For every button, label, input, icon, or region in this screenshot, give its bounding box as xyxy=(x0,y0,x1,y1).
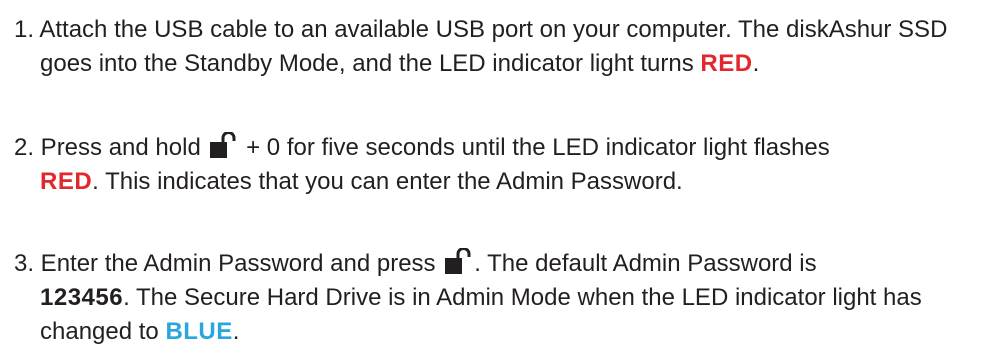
step-1-text-2: goes into the Standby Mode, and the LED … xyxy=(40,50,701,77)
step-2-line-1: 2. Press and hold + 0 for five seconds u… xyxy=(14,131,984,165)
step-3-line-3: changed to BLUE. xyxy=(14,315,984,349)
step-1-line-1: 1. Attach the USB cable to an available … xyxy=(14,13,984,47)
step-1-line-2: goes into the Standby Mode, and the LED … xyxy=(14,47,984,81)
default-password: 123456 xyxy=(40,284,124,311)
step-1-text-3: . xyxy=(752,50,760,77)
step-3-text-3: . The Secure Hard Drive is in Admin Mode… xyxy=(123,284,922,311)
step-3-text-4: changed to xyxy=(40,318,166,345)
blue-highlight: BLUE xyxy=(165,318,233,345)
step-3-line-2: 123456. The Secure Hard Drive is in Admi… xyxy=(14,281,984,315)
red-highlight: RED xyxy=(700,50,753,77)
step-3: 3. Enter the Admin Password and press . … xyxy=(14,247,984,349)
instruction-page: 1. Attach the USB cable to an available … xyxy=(0,0,988,354)
step-3-text-5: . xyxy=(232,318,240,345)
step-3-text-2: . The default Admin Password is xyxy=(474,250,817,277)
step-1-text-1: 1. Attach the USB cable to an available … xyxy=(14,16,948,43)
step-3-text-1: 3. Enter the Admin Password and press xyxy=(14,250,443,277)
step-2-text-3: . This indicates that you can enter the … xyxy=(92,168,683,195)
step-2-text-2: + 0 for five seconds until the LED indic… xyxy=(239,134,830,161)
step-1: 1. Attach the USB cable to an available … xyxy=(14,13,984,81)
step-2: 2. Press and hold + 0 for five seconds u… xyxy=(14,131,984,199)
step-3-line-1: 3. Enter the Admin Password and press . … xyxy=(14,247,984,281)
red-highlight: RED xyxy=(40,168,93,195)
step-2-text-1: 2. Press and hold xyxy=(14,134,208,161)
unlock-icon xyxy=(445,248,472,274)
step-2-line-2: RED. This indicates that you can enter t… xyxy=(14,165,984,199)
unlock-icon xyxy=(210,132,237,158)
